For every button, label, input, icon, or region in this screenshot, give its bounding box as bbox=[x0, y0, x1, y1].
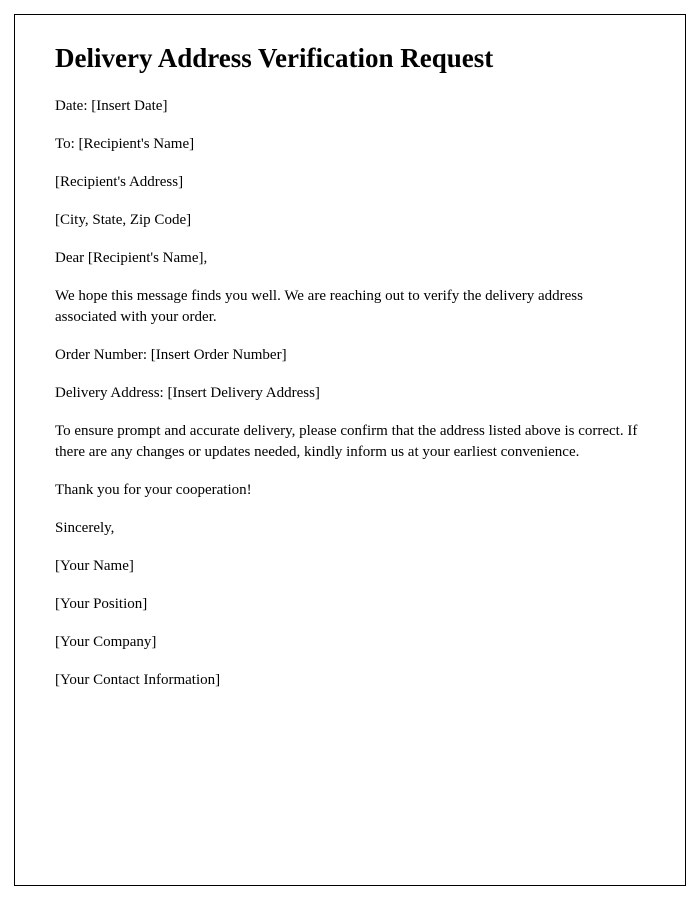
delivery-address-line: Delivery Address: [Insert Delivery Addre… bbox=[55, 383, 645, 404]
thanks-line: Thank you for your cooperation! bbox=[55, 480, 645, 501]
your-company-line: [Your Company] bbox=[55, 632, 645, 653]
to-line: To: [Recipient's Name] bbox=[55, 134, 645, 155]
closing-line: Sincerely, bbox=[55, 518, 645, 539]
your-name-line: [Your Name] bbox=[55, 556, 645, 577]
order-number-line: Order Number: [Insert Order Number] bbox=[55, 345, 645, 366]
your-contact-line: [Your Contact Information] bbox=[55, 670, 645, 691]
city-state-zip-line: [City, State, Zip Code] bbox=[55, 210, 645, 231]
recipient-address-line: [Recipient's Address] bbox=[55, 172, 645, 193]
document-title: Delivery Address Verification Request bbox=[55, 43, 645, 74]
salutation-line: Dear [Recipient's Name], bbox=[55, 248, 645, 269]
intro-paragraph: We hope this message finds you well. We … bbox=[55, 286, 645, 328]
request-paragraph: To ensure prompt and accurate delivery, … bbox=[55, 421, 645, 463]
document-container: Delivery Address Verification Request Da… bbox=[14, 14, 686, 886]
date-line: Date: [Insert Date] bbox=[55, 96, 645, 117]
your-position-line: [Your Position] bbox=[55, 594, 645, 615]
